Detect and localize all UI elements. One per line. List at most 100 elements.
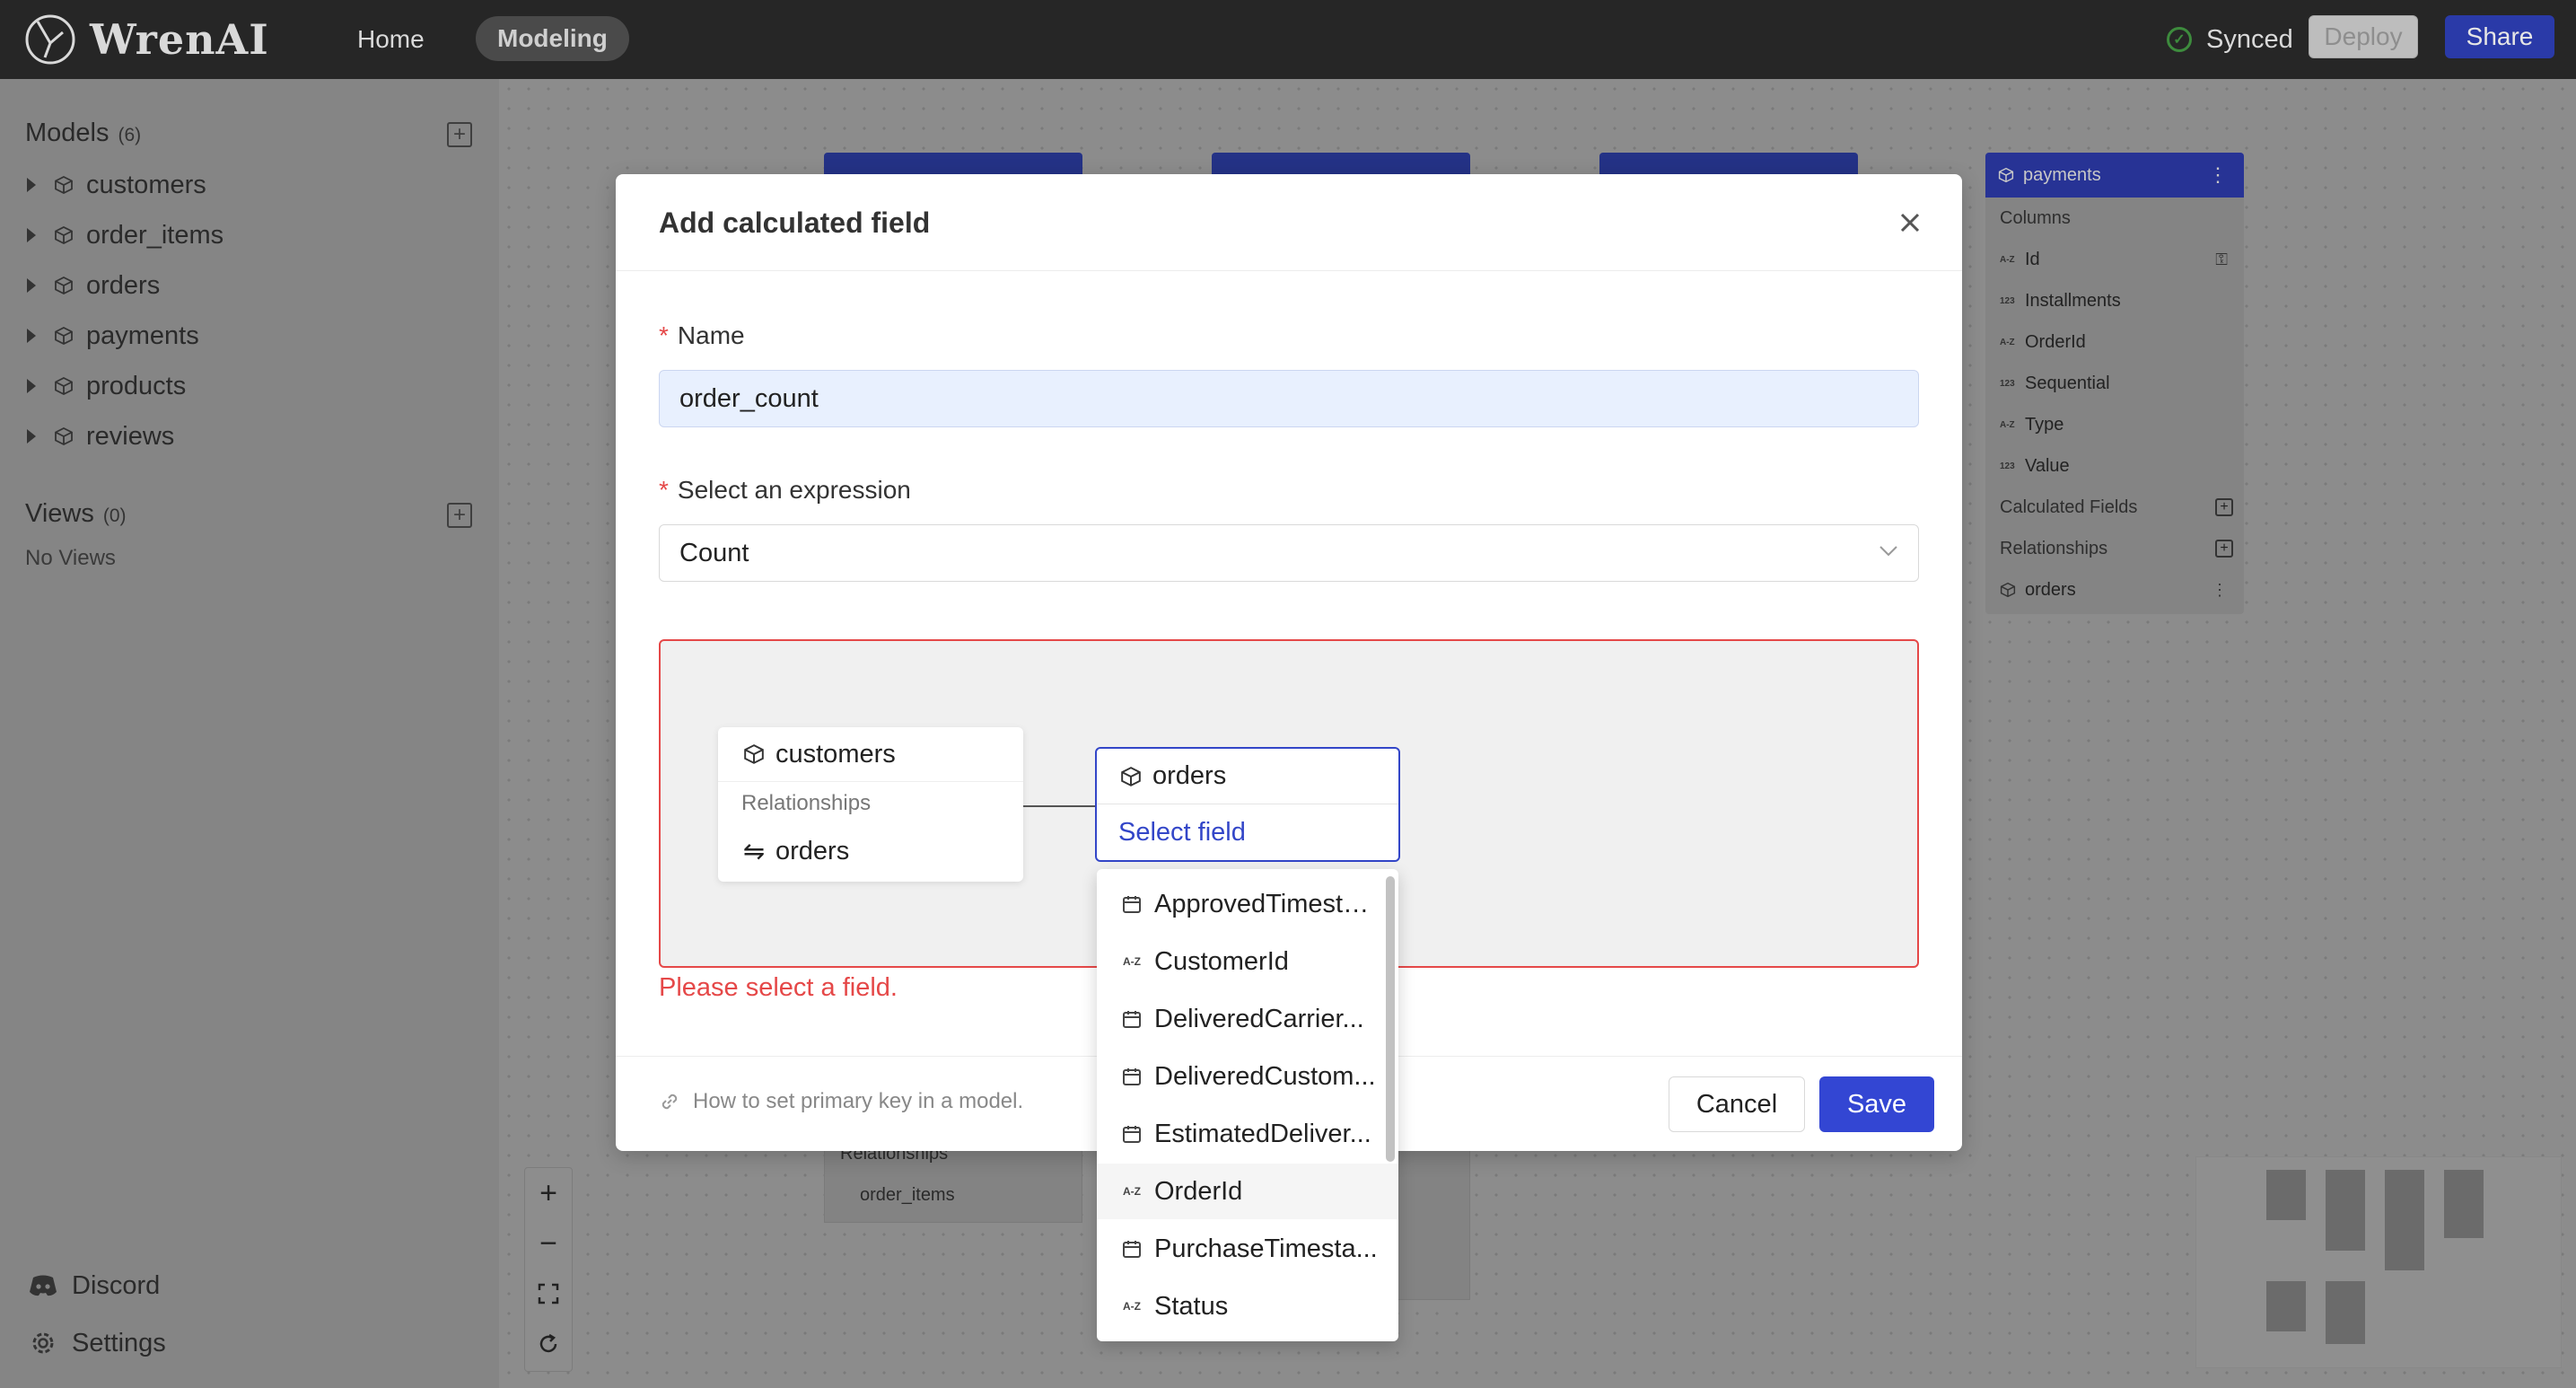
minimap[interactable] [2195,1156,2562,1368]
refresh-icon[interactable] [525,1319,572,1369]
sidebar-item-label: customers [86,170,206,199]
source-model-name: customers [775,739,896,769]
text-type-icon: A-Z [1123,1300,1141,1313]
add-relationship-icon[interactable]: + [2215,540,2233,558]
relation-row[interactable]: orders ⋮ [1985,569,2244,611]
cancel-button[interactable]: Cancel [1669,1076,1805,1132]
views-heading: Views (0) [25,499,127,529]
cube-icon [55,276,73,295]
sidebar-item-label: reviews [86,421,175,451]
close-icon[interactable] [1892,205,1928,241]
sidebar-item-customers[interactable]: customers [27,163,206,206]
source-model-card: customers Relationships ⇋ orders [718,727,1023,882]
dropdown-scrollbar[interactable] [1386,876,1395,1162]
field-option[interactable]: A-Z Status [1097,1278,1398,1334]
column-type-icon: A-Z [2000,419,2015,430]
name-label-text: Name [677,321,745,349]
deploy-button[interactable]: Deploy [2309,15,2418,58]
target-model-name: orders [1152,761,1227,790]
field-option-label: PurchaseTimesta... [1154,1234,1378,1263]
caret-right-icon[interactable] [27,429,36,444]
field-option-label: Status [1154,1291,1229,1321]
expression-value: Count [679,538,749,567]
more-icon[interactable]: ⋮ [2208,163,2228,187]
zoom-out-button[interactable]: − [525,1218,572,1269]
calendar-icon [1120,1007,1143,1031]
sidebar-item-products[interactable]: products [27,365,186,408]
name-input[interactable]: order_count [659,370,1919,427]
settings-link[interactable]: Settings [27,1322,166,1365]
field-option-label: EstimatedDeliver... [1154,1119,1371,1148]
column-name: Sequential [2025,373,2110,393]
relationships-label: Relationships [2000,538,2108,558]
caret-right-icon[interactable] [27,178,36,192]
field-option-hovered[interactable]: A-Z OrderId [1097,1164,1398,1219]
expression-select[interactable]: Count [659,524,1919,582]
save-button[interactable]: Save [1819,1076,1934,1132]
column-name: Type [2025,414,2064,435]
wren-logo-icon [25,14,75,65]
node-relation-item[interactable]: order_items [860,1185,955,1206]
cube-icon [55,426,73,446]
sidebar-item-payments[interactable]: payments [27,314,199,357]
nav-modeling[interactable]: Modeling [476,16,629,61]
logo[interactable]: WrenAI [23,5,269,74]
help-link[interactable]: How to set primary key in a model. [659,1089,1023,1114]
column-name: Value [2025,455,2070,476]
node-header[interactable]: payments ⋮ [1985,153,2244,198]
relationships-section: Relationships + [1985,528,2244,569]
views-count: (0) [102,505,127,526]
field-option-label: OrderId [1154,1176,1243,1206]
caret-right-icon[interactable] [27,228,36,242]
field-option[interactable]: ApprovedTimesta... [1097,876,1398,932]
add-calculated-field-icon[interactable]: + [2215,498,2233,516]
nav-home[interactable]: Home [341,18,441,61]
sidebar-item-orders[interactable]: orders [27,264,160,307]
field-option[interactable]: DeliveredCustom... [1097,1049,1398,1104]
model-node-payments[interactable]: payments ⋮ Columns A-Z Id ⚿ 123 Installment… [1985,153,2244,614]
caret-right-icon[interactable] [27,278,36,293]
cube-icon [55,326,73,346]
add-model-button[interactable]: + [447,122,472,147]
field-error-message: Please select a field. [659,973,898,1002]
text-type-icon: A-Z [1123,1185,1141,1198]
target-model-card: orders Select field [1095,747,1400,862]
column-row[interactable]: A-Z Type [1985,404,2244,445]
sync-status-label: Synced [2206,24,2293,54]
column-name: Installments [2025,290,2121,311]
columns-label: Columns [2000,207,2071,228]
sidebar-item-order-items[interactable]: order_items [27,214,223,257]
calendar-icon [1120,1065,1143,1088]
add-view-button[interactable]: + [447,503,472,528]
field-option[interactable]: EstimatedDeliver... [1097,1106,1398,1162]
zoom-in-button[interactable]: + [525,1168,572,1218]
sync-status: ✓ Synced [2167,18,2293,61]
cube-icon [2000,582,2016,598]
field-option[interactable]: DeliveredCarrier... [1097,991,1398,1047]
relation-item-orders[interactable]: ⇋ orders [718,824,1023,878]
sidebar: Models (6) + customers order_items order… [0,79,499,1388]
sidebar-item-label: orders [86,270,161,300]
gear-icon [27,1327,59,1359]
column-row[interactable]: A-Z Id ⚿ [1985,239,2244,280]
column-row[interactable]: A-Z OrderId [1985,321,2244,363]
caret-right-icon[interactable] [27,379,36,393]
field-option[interactable]: PurchaseTimesta... [1097,1221,1398,1277]
sidebar-item-reviews[interactable]: reviews [27,415,174,458]
field-option[interactable]: A-Z CustomerId [1097,934,1398,989]
column-row[interactable]: 123 Sequential [1985,363,2244,404]
field-option-label: ApprovedTimesta... [1154,889,1379,918]
select-field-trigger[interactable]: Select field [1097,804,1398,860]
zoom-controls: + − [524,1167,573,1372]
caret-right-icon[interactable] [27,329,36,343]
more-icon[interactable]: ⋮ [2212,581,2228,600]
logo-text: WrenAI [90,15,269,64]
chevron-down-icon [1879,546,1897,557]
share-button[interactable]: Share [2445,15,2554,58]
discord-label: Discord [72,1270,161,1300]
column-row[interactable]: 123 Value [1985,445,2244,487]
fit-view-icon[interactable] [525,1269,572,1319]
expression-label-text: Select an expression [677,476,911,504]
column-row[interactable]: 123 Installments [1985,280,2244,321]
discord-link[interactable]: Discord [27,1264,160,1307]
